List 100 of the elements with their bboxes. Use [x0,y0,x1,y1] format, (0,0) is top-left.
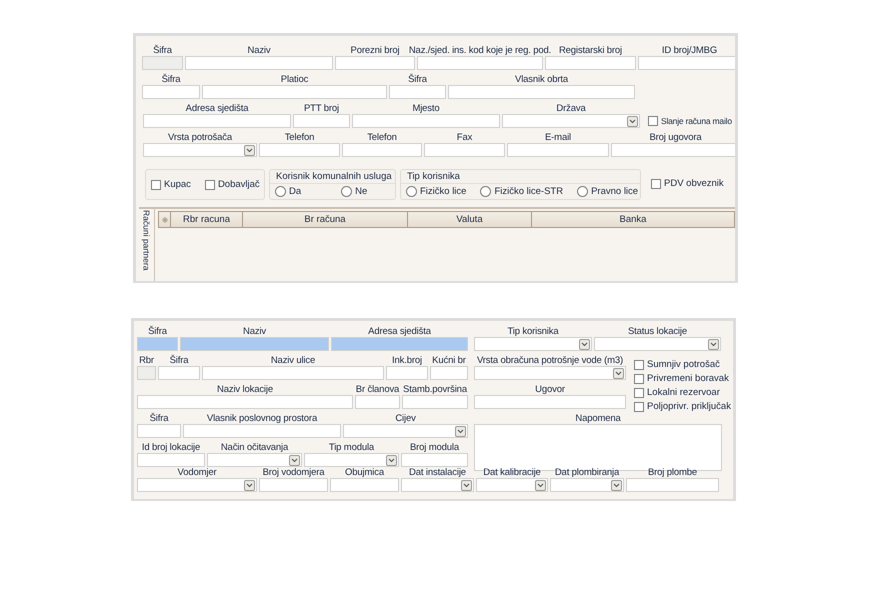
input-field[interactable] [402,395,468,409]
field-label: Šifra [148,326,167,337]
dropdown-button[interactable] [613,368,624,378]
field-label: Šifra [408,74,427,85]
chevron-down-icon [537,482,544,488]
dropdown-field[interactable] [304,453,399,467]
dropdown-field[interactable] [143,143,257,157]
checkbox[interactable] [634,402,644,412]
input-field[interactable] [142,85,200,99]
input-field[interactable] [259,143,340,157]
dropdown-button[interactable] [627,116,638,126]
field-label: Naziv [242,326,266,337]
field-label: E-mail [544,132,572,143]
input-field[interactable] [259,478,328,492]
dropdown-button[interactable] [708,338,719,350]
input-field[interactable] [342,143,422,157]
dropdown-field[interactable] [401,478,474,492]
input-field[interactable] [448,85,635,99]
field-label: Registarski broj [558,45,622,56]
input-field[interactable] [202,366,384,380]
vertical-tab[interactable]: Računi partnera [139,209,155,281]
checkbox-label: Kupac [164,179,191,190]
input-field[interactable] [430,366,468,380]
input-field[interactable] [137,337,178,351]
field-label: Status lokacije [628,326,687,337]
field-label: Šifra [150,413,168,424]
input-field[interactable] [545,56,636,70]
dropdown-field[interactable] [594,337,721,351]
input-field[interactable] [330,478,399,492]
field-label: Telefon [367,132,397,143]
radio-button[interactable] [341,186,352,197]
input-field[interactable] [417,56,543,70]
input-field[interactable] [507,143,609,157]
checkbox[interactable] [634,374,644,384]
input-field[interactable] [335,56,415,70]
input-field[interactable] [137,424,181,438]
column-header[interactable]: Br računa [243,212,408,227]
dropdown-button[interactable] [535,480,546,490]
dropdown-field[interactable] [137,478,257,492]
dropdown-field[interactable] [343,424,468,438]
field-label: Broj ugovora [649,132,702,143]
checkbox[interactable] [204,180,215,190]
input-field[interactable] [401,453,468,467]
radio-button[interactable] [275,186,286,197]
dropdown-field[interactable] [550,478,624,492]
input-field[interactable] [143,114,291,128]
field-label: Broj vodomjera [262,467,324,478]
column-header[interactable]: Banka [532,212,734,227]
dropdown-button[interactable] [611,480,622,490]
field-label: Naziv [247,45,270,56]
chevron-down-icon [388,458,395,462]
column-header[interactable]: Rbr racuna [171,212,243,227]
checkbox[interactable] [634,388,644,398]
input-field[interactable] [638,56,735,70]
input-field[interactable] [185,56,333,70]
field-label: ID broj/JMBG [662,45,718,56]
radio-button[interactable] [577,186,588,197]
input-field[interactable] [355,395,400,409]
field-label: Adresa sjedišta [368,326,431,337]
dropdown-button[interactable] [386,454,397,466]
checkbox[interactable] [634,360,644,370]
input-field[interactable] [137,453,205,467]
chevron-down-icon [615,370,622,376]
checkbox[interactable] [648,116,658,126]
input-field[interactable] [331,337,468,351]
column-header[interactable]: Valuta [408,212,532,227]
input-field[interactable] [389,85,446,99]
dropdown-button[interactable] [244,480,255,490]
input-field[interactable] [183,424,341,438]
radio-label: Pravno lice [591,186,638,197]
chevron-down-icon [710,342,717,346]
dropdown-button[interactable] [289,454,300,466]
radio-label: Fizičko lice-STR [494,186,564,197]
input-field[interactable] [180,337,329,351]
input-field[interactable] [202,85,387,99]
dropdown-field[interactable] [474,337,592,351]
input-field[interactable] [424,143,505,157]
dropdown-button[interactable] [244,144,255,156]
field-label: Vrsta potrošača [168,132,232,143]
input-field[interactable] [293,114,350,128]
dropdown-field[interactable] [502,114,640,128]
checkbox[interactable] [651,178,661,188]
input-field[interactable] [474,395,626,409]
input-field[interactable] [626,478,719,492]
dropdown-button[interactable] [455,426,466,436]
dropdown-button[interactable] [579,338,590,350]
input-field[interactable] [352,114,500,128]
input-field[interactable] [158,366,200,380]
input-field[interactable] [137,395,353,409]
row-marker-icon [162,216,168,222]
chevron-down-icon [629,118,636,124]
input-field[interactable] [611,143,735,157]
radio-button[interactable] [480,186,492,197]
dropdown-field[interactable] [207,453,302,467]
checkbox[interactable] [151,180,161,190]
dropdown-field[interactable] [474,366,626,380]
radio-button[interactable] [406,186,417,197]
dropdown-field[interactable] [476,478,548,492]
input-field[interactable] [386,366,428,380]
dropdown-button[interactable] [461,480,472,490]
